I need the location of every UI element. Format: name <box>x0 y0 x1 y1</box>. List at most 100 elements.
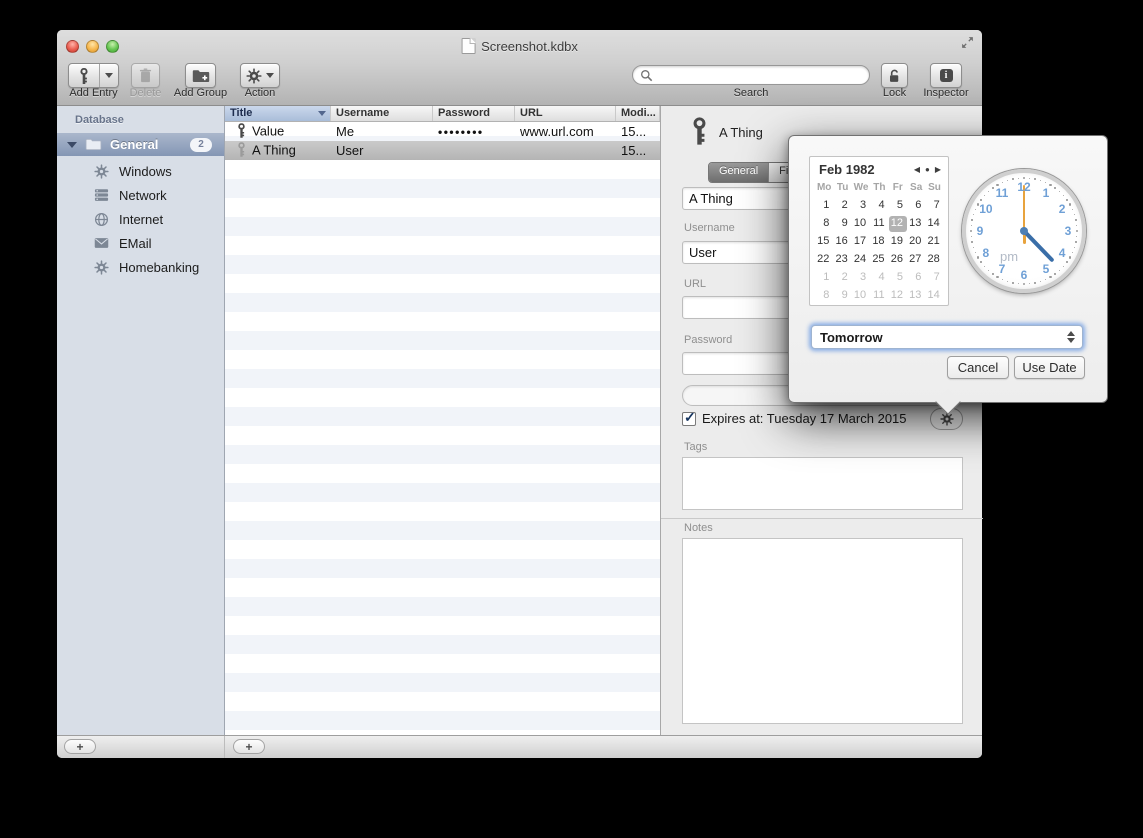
calendar-day[interactable]: 6 <box>907 270 925 286</box>
notes-input[interactable] <box>682 538 963 724</box>
calendar-day[interactable]: 17 <box>852 234 870 250</box>
calendar-day[interactable]: 12 <box>889 288 907 304</box>
calendar-day[interactable]: 11 <box>870 216 888 232</box>
entry-title: A Thing <box>719 125 763 140</box>
calendar-day[interactable]: 10 <box>852 216 870 232</box>
calendar-day[interactable]: 22 <box>815 252 833 268</box>
calendar-day[interactable]: 6 <box>907 198 925 214</box>
calendar-day[interactable]: 20 <box>907 234 925 250</box>
clock-tick <box>1045 182 1046 183</box>
column-header-url[interactable]: URL <box>515 106 616 121</box>
calendar-day[interactable]: 14 <box>925 216 943 232</box>
calendar-day[interactable]: 9 <box>833 288 851 304</box>
add-entry-dropdown[interactable] <box>100 73 118 78</box>
clock-tick <box>1074 214 1075 215</box>
calendar-day[interactable]: 23 <box>833 252 851 268</box>
expires-checkbox[interactable]: ✓ <box>682 412 696 426</box>
add-group-plus-button[interactable]: + <box>64 739 96 754</box>
sidebar-item-homebanking[interactable]: Homebanking <box>57 255 224 279</box>
today-button[interactable]: ● <box>925 165 930 174</box>
use-date-button[interactable]: Use Date <box>1014 356 1085 379</box>
clock-number: 6 <box>1017 268 1031 282</box>
calendar-day[interactable]: 11 <box>870 288 888 304</box>
calendar-day[interactable]: 26 <box>889 252 907 268</box>
lock-button[interactable] <box>881 63 908 88</box>
calendar-day[interactable]: 25 <box>870 252 888 268</box>
clock-tick <box>1034 282 1035 283</box>
disclosure-triangle-icon[interactable] <box>67 142 77 148</box>
column-header-title[interactable]: Title <box>225 106 331 121</box>
calendar-day[interactable]: 1 <box>815 270 833 286</box>
calendar-day[interactable]: 16 <box>833 234 851 250</box>
clock-number: 11 <box>995 186 1009 200</box>
table-row[interactable]: A ThingUser15... <box>225 141 660 160</box>
calendar-day[interactable]: 4 <box>870 198 888 214</box>
cell-username: User <box>331 143 433 158</box>
calendar-day[interactable]: 1 <box>815 198 833 214</box>
calendar-day[interactable]: 8 <box>815 216 833 232</box>
next-month-button[interactable]: ▶ <box>935 165 941 174</box>
calendar-day[interactable]: 27 <box>907 252 925 268</box>
sidebar-item-internet[interactable]: Internet <box>57 207 224 231</box>
table-header: TitleUsernamePasswordURLModi... <box>225 106 660 122</box>
calendar-day-selected[interactable]: 12 <box>889 216 907 232</box>
sidebar-item-email[interactable]: EMail <box>57 231 224 255</box>
calendar-day[interactable]: 9 <box>833 216 851 232</box>
day-header: Su <box>925 182 943 193</box>
add-group-button[interactable] <box>185 63 216 88</box>
sidebar-item-windows[interactable]: Windows <box>57 159 224 183</box>
search-field[interactable] <box>632 65 870 85</box>
preset-dropdown[interactable]: Tomorrow <box>811 325 1083 349</box>
minimize-button[interactable] <box>86 40 99 53</box>
add-entry-button[interactable] <box>68 63 119 88</box>
calendar-day[interactable]: 13 <box>907 288 925 304</box>
password-label: Password <box>684 334 732 346</box>
clock-tick <box>1012 282 1013 283</box>
prev-month-button[interactable]: ◀ <box>914 165 920 174</box>
fullscreen-icon[interactable] <box>961 36 974 49</box>
cancel-button[interactable]: Cancel <box>947 356 1009 379</box>
action-button[interactable] <box>240 63 280 88</box>
column-header-modi[interactable]: Modi... <box>616 106 660 121</box>
chevron-down-icon <box>105 73 113 78</box>
clock-tick <box>1023 177 1025 179</box>
calendar-day[interactable]: 5 <box>889 198 907 214</box>
inspector-button[interactable]: i <box>930 63 962 88</box>
calendar-day[interactable]: 3 <box>852 270 870 286</box>
zoom-button[interactable] <box>106 40 119 53</box>
table-row[interactable]: ValueMe••••••••www.url.com15... <box>225 122 660 141</box>
calendar-day[interactable]: 14 <box>925 288 943 304</box>
close-button[interactable] <box>66 40 79 53</box>
calendar-day[interactable]: 15 <box>815 234 833 250</box>
calendar-day[interactable]: 24 <box>852 252 870 268</box>
calendar-day[interactable]: 4 <box>870 270 888 286</box>
calendar-day[interactable]: 8 <box>815 288 833 304</box>
calendar-day[interactable]: 21 <box>925 234 943 250</box>
clock-tick <box>971 241 972 242</box>
calendar-day[interactable]: 2 <box>833 270 851 286</box>
cell-title: A Thing <box>225 142 331 160</box>
calendar-day[interactable]: 2 <box>833 198 851 214</box>
column-header-username[interactable]: Username <box>331 106 433 121</box>
clock-tick <box>1045 279 1046 280</box>
calendar-day[interactable]: 7 <box>925 198 943 214</box>
calendar-day[interactable]: 10 <box>852 288 870 304</box>
clock-tick <box>1040 281 1041 282</box>
column-header-password[interactable]: Password <box>433 106 515 121</box>
sidebar-group-general[interactable]: General 2 <box>57 133 224 156</box>
tags-input[interactable] <box>682 457 963 510</box>
stepper-icon <box>1067 331 1075 343</box>
add-entry-plus-button[interactable]: + <box>233 739 265 754</box>
tab-general[interactable]: General <box>709 163 768 182</box>
search-input[interactable] <box>657 66 869 84</box>
calendar-day[interactable]: 5 <box>889 270 907 286</box>
clock-tick <box>1072 209 1073 210</box>
calendar-day[interactable]: 13 <box>907 216 925 232</box>
calendar-day[interactable]: 18 <box>870 234 888 250</box>
calendar-day[interactable]: 19 <box>889 234 907 250</box>
calendar-day[interactable]: 7 <box>925 270 943 286</box>
clock-tick <box>1029 283 1030 284</box>
sidebar-item-network[interactable]: Network <box>57 183 224 207</box>
calendar-day[interactable]: 28 <box>925 252 943 268</box>
calendar-day[interactable]: 3 <box>852 198 870 214</box>
